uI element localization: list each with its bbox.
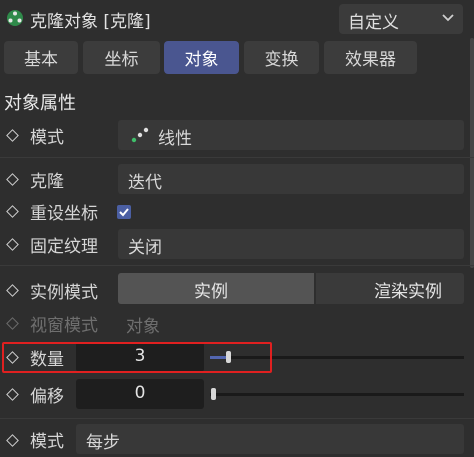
mode-value: 线性 — [158, 129, 192, 149]
object-title: 克隆对象 [克隆] — [30, 12, 151, 32]
mode-label: 模式 — [30, 128, 64, 148]
divider — [0, 265, 474, 266]
tab-label: 变换 — [264, 50, 299, 70]
viewport-mode-label: 视窗模式 — [30, 316, 98, 336]
tab-coordinates[interactable]: 坐标 — [83, 41, 160, 74]
offset-slider-handle[interactable] — [211, 388, 216, 400]
checkmark-icon — [119, 208, 129, 217]
clones-dropdown[interactable]: 迭代 — [118, 164, 464, 194]
animate-diamond-icon[interactable] — [6, 434, 19, 447]
tab-label: 效果器 — [345, 50, 396, 70]
animate-diamond-icon[interactable] — [6, 284, 19, 297]
tab-basic[interactable]: 基本 — [4, 41, 78, 74]
tab-object[interactable]: 对象 — [164, 41, 239, 74]
step-mode-dropdown[interactable]: 每步 — [76, 424, 464, 454]
attribute-header: 克隆对象 [克隆] 自定义 — [0, 0, 474, 37]
step-mode-value: 每步 — [86, 433, 120, 453]
offset-value: 0 — [134, 383, 146, 403]
tab-transform[interactable]: 变换 — [244, 41, 319, 74]
fix-texture-value: 关闭 — [128, 238, 162, 258]
viewport-mode-value: 对象 — [126, 317, 160, 337]
section-title: 对象属性 — [4, 93, 76, 114]
animate-diamond-icon[interactable] — [6, 238, 19, 251]
step-mode-label: 模式 — [30, 432, 64, 452]
clones-value: 迭代 — [128, 173, 162, 193]
render-instance-option-button[interactable]: 渲染实例 — [316, 273, 464, 304]
divider — [0, 157, 474, 158]
reset-coordinates-checkbox[interactable] — [117, 205, 131, 219]
cloner-object-icon — [7, 10, 23, 26]
tab-label: 对象 — [184, 50, 219, 70]
fix-texture-dropdown[interactable]: 关闭 — [118, 229, 464, 259]
fix-texture-label: 固定纹理 — [30, 237, 98, 257]
preset-dropdown[interactable]: 自定义 — [339, 4, 463, 34]
animate-diamond-icon — [6, 317, 19, 330]
animate-diamond-icon[interactable] — [6, 205, 19, 218]
instance-option-button[interactable]: 实例 — [118, 273, 314, 304]
divider — [0, 418, 474, 419]
instance-mode-label: 实例模式 — [30, 283, 98, 303]
tab-label: 坐标 — [104, 50, 139, 70]
viewport-mode-dropdown: 对象 — [118, 308, 464, 338]
preset-label: 自定义 — [348, 13, 399, 33]
tab-effectors[interactable]: 效果器 — [324, 41, 417, 74]
render-instance-option-label: 渲染实例 — [374, 282, 442, 302]
offset-input[interactable]: 0 — [76, 379, 204, 409]
highlight-box — [2, 342, 272, 373]
mode-dropdown[interactable]: 线性 — [118, 120, 464, 150]
clones-label: 克隆 — [30, 172, 64, 192]
animate-diamond-icon[interactable] — [6, 129, 19, 142]
scrollbar[interactable] — [470, 38, 474, 268]
chevron-down-icon — [442, 14, 454, 22]
animate-diamond-icon[interactable] — [6, 388, 19, 401]
tab-label: 基本 — [24, 50, 58, 70]
offset-slider-track[interactable] — [210, 393, 464, 396]
animate-diamond-icon[interactable] — [6, 173, 19, 186]
instance-option-label: 实例 — [194, 282, 228, 302]
reset-coordinates-label: 重设坐标 — [30, 204, 98, 224]
offset-label: 偏移 — [30, 387, 64, 407]
linear-mode-icon — [131, 127, 149, 143]
